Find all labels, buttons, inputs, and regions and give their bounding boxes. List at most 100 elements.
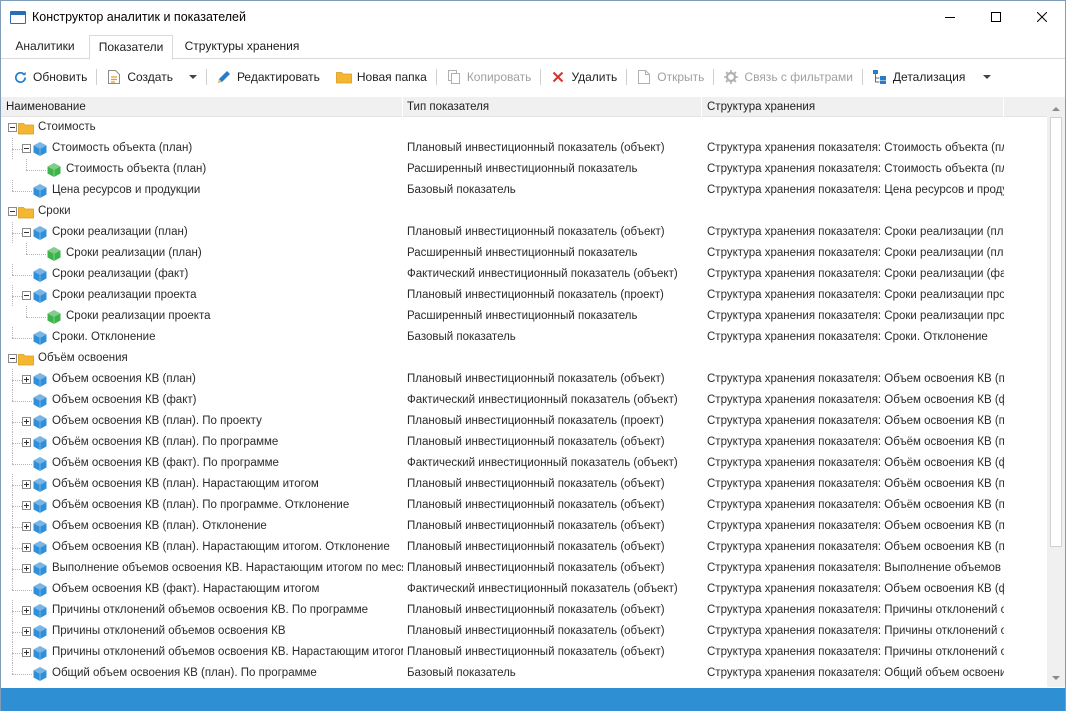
tree-row[interactable]: Сроки реализации (план) Расширенный инвес… [1, 243, 1047, 264]
tree-row[interactable]: Сроки [1, 201, 1047, 222]
name-cell: Стоимость объекта (план) [1, 138, 403, 159]
tree-row[interactable]: Объем освоения КВ (план) Плановый инвести… [1, 369, 1047, 390]
scroll-down-button[interactable] [1047, 669, 1065, 687]
tree-row[interactable]: Сроки. Отклонение Базовый показатель Струк… [1, 327, 1047, 348]
scrollbar-thumb[interactable] [1050, 117, 1062, 547]
storage-cell [707, 117, 1004, 138]
tree-row[interactable]: Объём освоения [1, 348, 1047, 369]
detail-button[interactable]: Детализация [867, 65, 996, 89]
tree-row[interactable]: Объем освоения КВ (факт). Нарастающим ит… [1, 579, 1047, 600]
tree-node: Цена ресурсов и продукции [22, 180, 200, 201]
maximize-button[interactable] [973, 1, 1019, 33]
collapse-icon[interactable] [22, 228, 31, 237]
tree-row[interactable]: Объем освоения КВ (факт) Фактический инве… [1, 390, 1047, 411]
storage-cell: Структура хранения показателя: Цена ресу… [707, 184, 1004, 196]
expand-icon[interactable] [22, 606, 31, 615]
delete-button[interactable]: Удалить [545, 65, 622, 89]
tree-node: Причины отклонений объемов освоения КВ. … [22, 600, 368, 621]
close-button[interactable] [1019, 1, 1065, 33]
open-button[interactable]: Открыть [631, 65, 709, 89]
node-name: Общий объем освоения КВ (план). По прогр… [52, 667, 317, 679]
edit-button[interactable]: Редактировать [211, 65, 325, 89]
type-cell: Фактический инвестиционный показатель (о… [407, 268, 678, 280]
type-cell: Плановый инвестиционный показатель (объе… [407, 604, 665, 616]
tree-row[interactable]: Выполнение объемов освоения КВ. Нарастаю… [1, 558, 1047, 579]
scroll-up-button[interactable] [1047, 99, 1065, 117]
new-folder-button[interactable]: Новая папка [331, 65, 432, 89]
expand-icon[interactable] [22, 564, 31, 573]
collapse-icon[interactable] [8, 354, 17, 363]
tree-row[interactable]: Объем освоения КВ (план). По проекту План… [1, 411, 1047, 432]
column-header-type[interactable]: Тип показателя [402, 97, 702, 117]
expand-icon[interactable] [22, 543, 31, 552]
type-cell: Фактический инвестиционный показатель (о… [407, 583, 678, 595]
tree-line [26, 243, 27, 254]
edit-label: Редактировать [236, 70, 320, 84]
expand-icon[interactable] [22, 480, 31, 489]
tree-row[interactable]: Сроки реализации проекта Плановый инвести… [1, 285, 1047, 306]
tree-line [12, 506, 22, 507]
type-cell: Плановый инвестиционный показатель (объе… [407, 226, 665, 238]
tree-row[interactable]: Стоимость объекта (план) Плановый инвести… [1, 138, 1047, 159]
tree-line [26, 159, 27, 170]
node-name: Причины отклонений объемов освоения КВ. … [52, 604, 368, 616]
tree-row[interactable]: Причины отклонений объемов освоения КВ. … [1, 600, 1047, 621]
tab-analytics[interactable]: Аналитики [7, 35, 83, 59]
tree-row[interactable]: Объём освоения КВ (план). По программе Пл… [1, 432, 1047, 453]
toolbar-separator [540, 69, 542, 85]
storage-cell: Структура хранения показателя: Объем осв… [707, 373, 1004, 385]
open-document-icon [636, 69, 652, 85]
tree-row[interactable]: Объём освоения КВ (план). По программе. … [1, 495, 1047, 516]
tree-row[interactable]: Стоимость объекта (план) Расширенный инве… [1, 159, 1047, 180]
copy-button[interactable]: Копировать [441, 65, 537, 89]
tree-row[interactable]: Сроки реализации (факт) Фактический инвес… [1, 264, 1047, 285]
tree-row[interactable]: Причины отклонений объемов освоения КВ. … [1, 642, 1047, 663]
blue-cube-icon [32, 666, 48, 682]
blue-cube-icon [32, 645, 48, 661]
storage-cell: Структура хранения показателя: Объем осв… [707, 415, 1004, 427]
storage-cell: Структура хранения показателя: Сроки реа… [707, 310, 1004, 322]
window-title: Конструктор аналитик и показателей [32, 10, 246, 24]
tree-row[interactable]: Объём освоения КВ (факт). По программе Фа… [1, 453, 1047, 474]
tree-row[interactable]: Стоимость [1, 117, 1047, 138]
filter-link-button[interactable]: Связь с фильтрами [718, 65, 858, 89]
tree-node: Объём освоения КВ (факт). По программе [22, 453, 279, 474]
tree-row[interactable]: Общий объем освоения КВ (план). По прогр… [1, 663, 1047, 684]
tree-row[interactable]: Объем освоения КВ (план). Отклонение План… [1, 516, 1047, 537]
storage-cell: Структура хранения показателя: Сроки реа… [707, 268, 1004, 280]
tab-indicators[interactable]: Показатели [89, 35, 173, 60]
collapse-icon[interactable] [22, 144, 31, 153]
expand-icon[interactable] [22, 438, 31, 447]
expand-icon[interactable] [22, 627, 31, 636]
minimize-button[interactable] [927, 1, 973, 33]
collapse-icon[interactable] [8, 207, 17, 216]
create-dropdown-arrow-icon[interactable] [188, 75, 197, 79]
expand-icon[interactable] [22, 417, 31, 426]
tree-row[interactable]: Сроки реализации (план) Плановый инвестиц… [1, 222, 1047, 243]
name-cell: Сроки реализации проекта [1, 285, 403, 306]
tree-node: Причины отклонений объемов освоения КВ. … [22, 642, 403, 663]
refresh-button[interactable]: Обновить [7, 65, 92, 89]
tree-line [12, 453, 13, 464]
collapse-icon[interactable] [22, 291, 31, 300]
create-button[interactable]: Создать [101, 65, 202, 89]
tree-node: Стоимость [8, 117, 96, 138]
detail-dropdown-arrow-icon[interactable] [983, 75, 992, 79]
collapse-icon[interactable] [8, 123, 17, 132]
expand-icon[interactable] [22, 522, 31, 531]
delete-label: Удалить [571, 70, 618, 84]
vertical-scrollbar[interactable] [1047, 97, 1065, 687]
tree-node: Сроки реализации проекта [22, 285, 196, 306]
expand-icon[interactable] [22, 501, 31, 510]
tree-row[interactable]: Объём освоения КВ (план). Нарастающим ит… [1, 474, 1047, 495]
tree-row[interactable]: Объем освоения КВ (план). Нарастающим ит… [1, 537, 1047, 558]
expand-icon[interactable] [22, 375, 31, 384]
node-name: Сроки реализации проекта [52, 289, 197, 301]
expand-icon[interactable] [22, 648, 31, 657]
column-header-storage[interactable]: Структура хранения [702, 97, 1004, 117]
tree-row[interactable]: Причины отклонений объемов освоения КВ Пл… [1, 621, 1047, 642]
column-header-name[interactable]: Наименование [1, 97, 403, 117]
tab-storage-structures[interactable]: Структуры хранения [179, 35, 305, 59]
tree-row[interactable]: Сроки реализации проекта Расширенный инве… [1, 306, 1047, 327]
tree-row[interactable]: Цена ресурсов и продукции Базовый показат… [1, 180, 1047, 201]
